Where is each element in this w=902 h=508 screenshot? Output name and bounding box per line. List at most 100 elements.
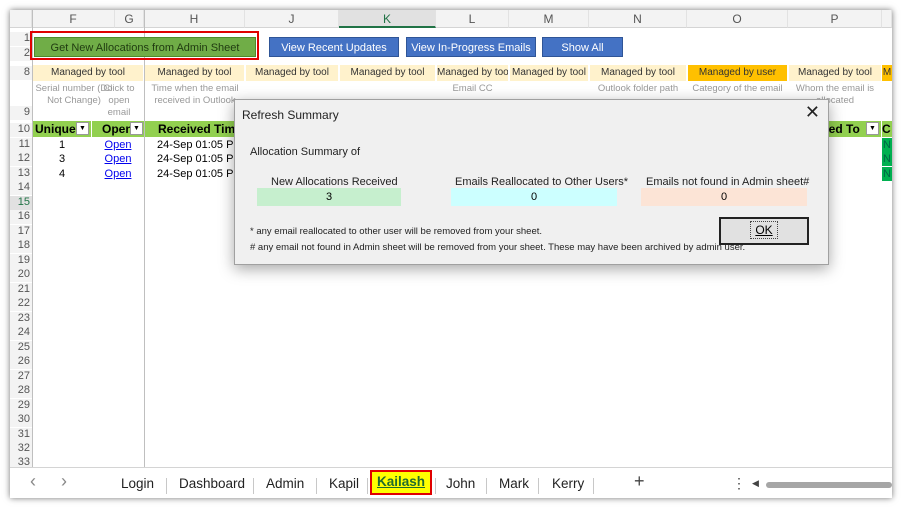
row-header[interactable]: 27 xyxy=(10,370,32,384)
close-icon[interactable]: ✕ xyxy=(805,102,820,123)
new-allocations-label: New Allocations Received xyxy=(271,176,398,188)
received-time-cell[interactable]: 24-Sep 01:05 PM xyxy=(157,152,245,166)
tab-john[interactable]: John xyxy=(446,476,475,491)
reallocated-label: Emails Reallocated to Other Users* xyxy=(455,176,629,188)
managed-label: Managed by tool xyxy=(590,65,686,81)
managed-label: Managed by tool xyxy=(33,65,143,81)
row-header[interactable]: 8 xyxy=(10,66,32,80)
col-header-h[interactable]: H xyxy=(144,10,245,28)
filter-dropdown-icon[interactable]: ▼ xyxy=(130,122,143,135)
tab-mark[interactable]: Mark xyxy=(499,476,529,491)
tab-admin[interactable]: Admin xyxy=(266,476,304,491)
col-header-j[interactable]: J xyxy=(245,10,339,28)
row-header[interactable]: 31 xyxy=(10,428,32,442)
scroll-tabs-right-button[interactable]: › xyxy=(61,471,67,492)
tab-login[interactable]: Login xyxy=(121,476,154,491)
not-found-value: 0 xyxy=(641,188,807,206)
managed-label: Managed by tool xyxy=(340,65,435,81)
tab-dashboard[interactable]: Dashboard xyxy=(179,476,245,491)
highlight-box xyxy=(30,31,259,60)
tab-kerry[interactable]: Kerry xyxy=(552,476,584,491)
serial-cell[interactable]: 1 xyxy=(33,138,91,152)
row-header[interactable]: 13 xyxy=(10,167,32,181)
add-sheet-button[interactable]: + xyxy=(634,471,645,492)
col-header-o[interactable]: O xyxy=(687,10,788,28)
tab-kailash[interactable]: Kailash xyxy=(370,470,432,495)
horizontal-scroll-left-button[interactable]: ◀ xyxy=(752,478,759,489)
header-label: Received Time xyxy=(158,122,240,136)
row-header[interactable]: 2 xyxy=(10,47,32,61)
show-all-button[interactable]: Show All xyxy=(542,37,623,57)
row-header[interactable]: 15 xyxy=(10,196,32,210)
row-header[interactable]: 26 xyxy=(10,355,32,369)
status-flag-cell[interactable]: N xyxy=(882,152,892,166)
managed-label: Managed by tool xyxy=(510,65,588,81)
horizontal-scrollbar-thumb[interactable] xyxy=(766,482,892,488)
col-header-l[interactable]: L xyxy=(436,10,509,28)
col-header-k[interactable]: K xyxy=(339,10,436,28)
col-header-n[interactable]: N xyxy=(589,10,687,28)
row-header[interactable]: 32 xyxy=(10,442,32,456)
reallocated-value: 0 xyxy=(451,188,617,206)
row-header[interactable]: 21 xyxy=(10,283,32,297)
col-header-p[interactable]: P xyxy=(788,10,882,28)
row-header[interactable]: 11 xyxy=(10,138,32,152)
open-email-link[interactable]: Open xyxy=(94,152,142,166)
managed-label: Managed by tool xyxy=(789,65,881,81)
row-header[interactable]: 22 xyxy=(10,297,32,311)
col-header-f[interactable]: F xyxy=(32,10,115,28)
tab-separator xyxy=(253,478,254,494)
ok-button[interactable]: OK xyxy=(719,217,809,245)
row-header[interactable]: 14 xyxy=(10,181,32,195)
refresh-summary-dialog: Refresh Summary ✕ Allocation Summary of … xyxy=(234,99,829,265)
serial-cell[interactable]: 4 xyxy=(33,167,91,181)
row-header[interactable]: 12 xyxy=(10,152,32,166)
corner-select-all[interactable] xyxy=(10,10,32,28)
status-flag-cell[interactable]: N xyxy=(882,138,892,152)
col-header-q[interactable] xyxy=(882,10,892,28)
row-header[interactable]: 29 xyxy=(10,399,32,413)
row-header[interactable]: 25 xyxy=(10,341,32,355)
header-label: Open xyxy=(102,122,133,136)
row-header[interactable]: 17 xyxy=(10,225,32,239)
column-header-received-time[interactable]: Received Time xyxy=(145,121,240,137)
row-header[interactable]: 23 xyxy=(10,312,32,326)
not-found-label: Emails not found in Admin sheet# xyxy=(646,176,810,188)
row-header[interactable]: 18 xyxy=(10,239,32,253)
row-header[interactable]: 9 xyxy=(10,106,32,120)
row-header[interactable]: 20 xyxy=(10,268,32,282)
tab-kapil[interactable]: Kapil xyxy=(329,476,359,491)
col-header-m[interactable]: M xyxy=(509,10,589,28)
row-header[interactable]: 28 xyxy=(10,384,32,398)
open-email-link[interactable]: Open xyxy=(94,167,142,181)
sheet-tab-bar: ‹ › Login Dashboard Admin Kapil Kailash … xyxy=(10,467,892,498)
tab-separator xyxy=(166,478,167,494)
row-header[interactable]: 16 xyxy=(10,210,32,224)
row-header[interactable]: 1 xyxy=(10,32,32,46)
more-options-icon[interactable]: ⋮ xyxy=(732,475,746,492)
filter-dropdown-icon[interactable]: ▼ xyxy=(76,122,89,135)
row-header[interactable]: 10 xyxy=(10,123,32,137)
ok-label: OK xyxy=(750,221,778,239)
row-header[interactable]: 24 xyxy=(10,326,32,340)
row-header[interactable]: 30 xyxy=(10,413,32,427)
filter-dropdown-icon[interactable]: ▼ xyxy=(866,122,879,135)
received-time-cell[interactable]: 24-Sep 01:05 PM xyxy=(157,167,245,181)
scroll-tabs-left-button[interactable]: ‹ xyxy=(30,471,36,492)
view-recent-updates-button[interactable]: View Recent Updates xyxy=(269,37,399,57)
tab-separator xyxy=(486,478,487,494)
view-inprogress-emails-button[interactable]: View In-Progress Emails xyxy=(406,37,536,57)
column-description: Click to open email xyxy=(103,83,135,118)
status-flag-cell[interactable]: N xyxy=(882,167,892,181)
row-header[interactable]: 33 xyxy=(10,456,32,468)
serial-cell[interactable]: 3 xyxy=(33,152,91,166)
header-label: Unique xyxy=(35,122,76,136)
received-time-cell[interactable]: 24-Sep 01:05 PM xyxy=(157,138,245,152)
open-email-link[interactable]: Open xyxy=(94,138,142,152)
tab-separator xyxy=(316,478,317,494)
row-header[interactable]: 19 xyxy=(10,254,32,268)
not-found-note: # any email not found in Admin sheet wil… xyxy=(250,242,746,253)
managed-label: M xyxy=(882,65,892,81)
tab-separator xyxy=(435,478,436,494)
col-header-g[interactable]: G xyxy=(115,10,144,28)
